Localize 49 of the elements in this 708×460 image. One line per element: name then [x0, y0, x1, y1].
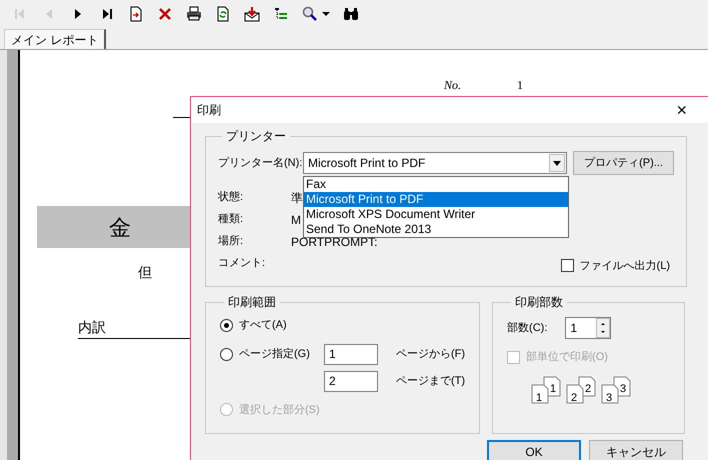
- printer-option[interactable]: Microsoft XPS Document Writer: [304, 207, 568, 222]
- tree-icon[interactable]: [273, 6, 289, 22]
- group-label: 印刷部数: [514, 294, 564, 311]
- checkbox-label: 部単位で印刷(O): [526, 350, 608, 365]
- radio-button[interactable]: [220, 348, 233, 360]
- radio-label: すべて(A): [239, 318, 287, 333]
- dialog-title: 印刷: [197, 102, 221, 119]
- checkbox-label: ファイルへ出力(L): [580, 258, 670, 274]
- info-label: コメント:: [218, 256, 266, 272]
- page-arrow-icon[interactable]: [128, 6, 144, 22]
- printer-option[interactable]: Fax: [304, 177, 568, 192]
- from-page-label: ページから(F): [396, 346, 466, 362]
- close-icon[interactable]: [157, 6, 173, 22]
- group-label: プリンター: [225, 128, 287, 145]
- printer-option[interactable]: Microsoft Print to PDF: [304, 192, 568, 207]
- printer-select[interactable]: Microsoft Print to PDF: [303, 152, 567, 174]
- to-page-field[interactable]: 2: [324, 370, 378, 392]
- info-label: 状態:: [218, 190, 244, 206]
- refresh-icon[interactable]: [215, 6, 231, 22]
- number-label: No.: [444, 77, 462, 94]
- caret-icon[interactable]: [322, 11, 330, 17]
- magnifier-icon[interactable]: [302, 6, 318, 22]
- radio-button[interactable]: [220, 318, 233, 332]
- report-tab[interactable]: メイン レポート: [4, 29, 106, 49]
- checkbox[interactable]: [560, 259, 574, 272]
- copies-spinner[interactable]: 1: [565, 317, 612, 339]
- info-label: 種類:: [218, 212, 244, 228]
- spin-arrows-icon[interactable]: [596, 318, 610, 338]
- printer-name-label: プリンター名(N):: [218, 156, 303, 171]
- close-button[interactable]: ×: [676, 101, 687, 119]
- group-label: 印刷範囲: [227, 294, 277, 311]
- caret-icon: [553, 160, 561, 166]
- info-label: 場所:: [218, 234, 244, 250]
- to-page-label: ページまで(T): [396, 374, 466, 389]
- amount-label: 金: [109, 214, 131, 242]
- radio-label: ページ指定(G): [239, 346, 310, 362]
- properties-button[interactable]: プロパティ(P)...: [573, 151, 674, 175]
- binoculars-icon[interactable]: [343, 6, 359, 22]
- printer-icon[interactable]: [186, 6, 202, 22]
- envelope-icon[interactable]: [244, 6, 260, 22]
- note-label: 但: [138, 263, 152, 282]
- from-page-field[interactable]: 1: [324, 344, 378, 364]
- info-value: M: [291, 212, 301, 228]
- info-value: 準: [291, 190, 303, 206]
- radio-label: 選択した部分(S): [239, 402, 320, 418]
- dialog-button[interactable]: キャンセル: [589, 440, 683, 460]
- copies-label: 部数(C):: [507, 320, 548, 336]
- dialog-button[interactable]: OK: [487, 440, 581, 460]
- number-value: 1: [517, 77, 524, 94]
